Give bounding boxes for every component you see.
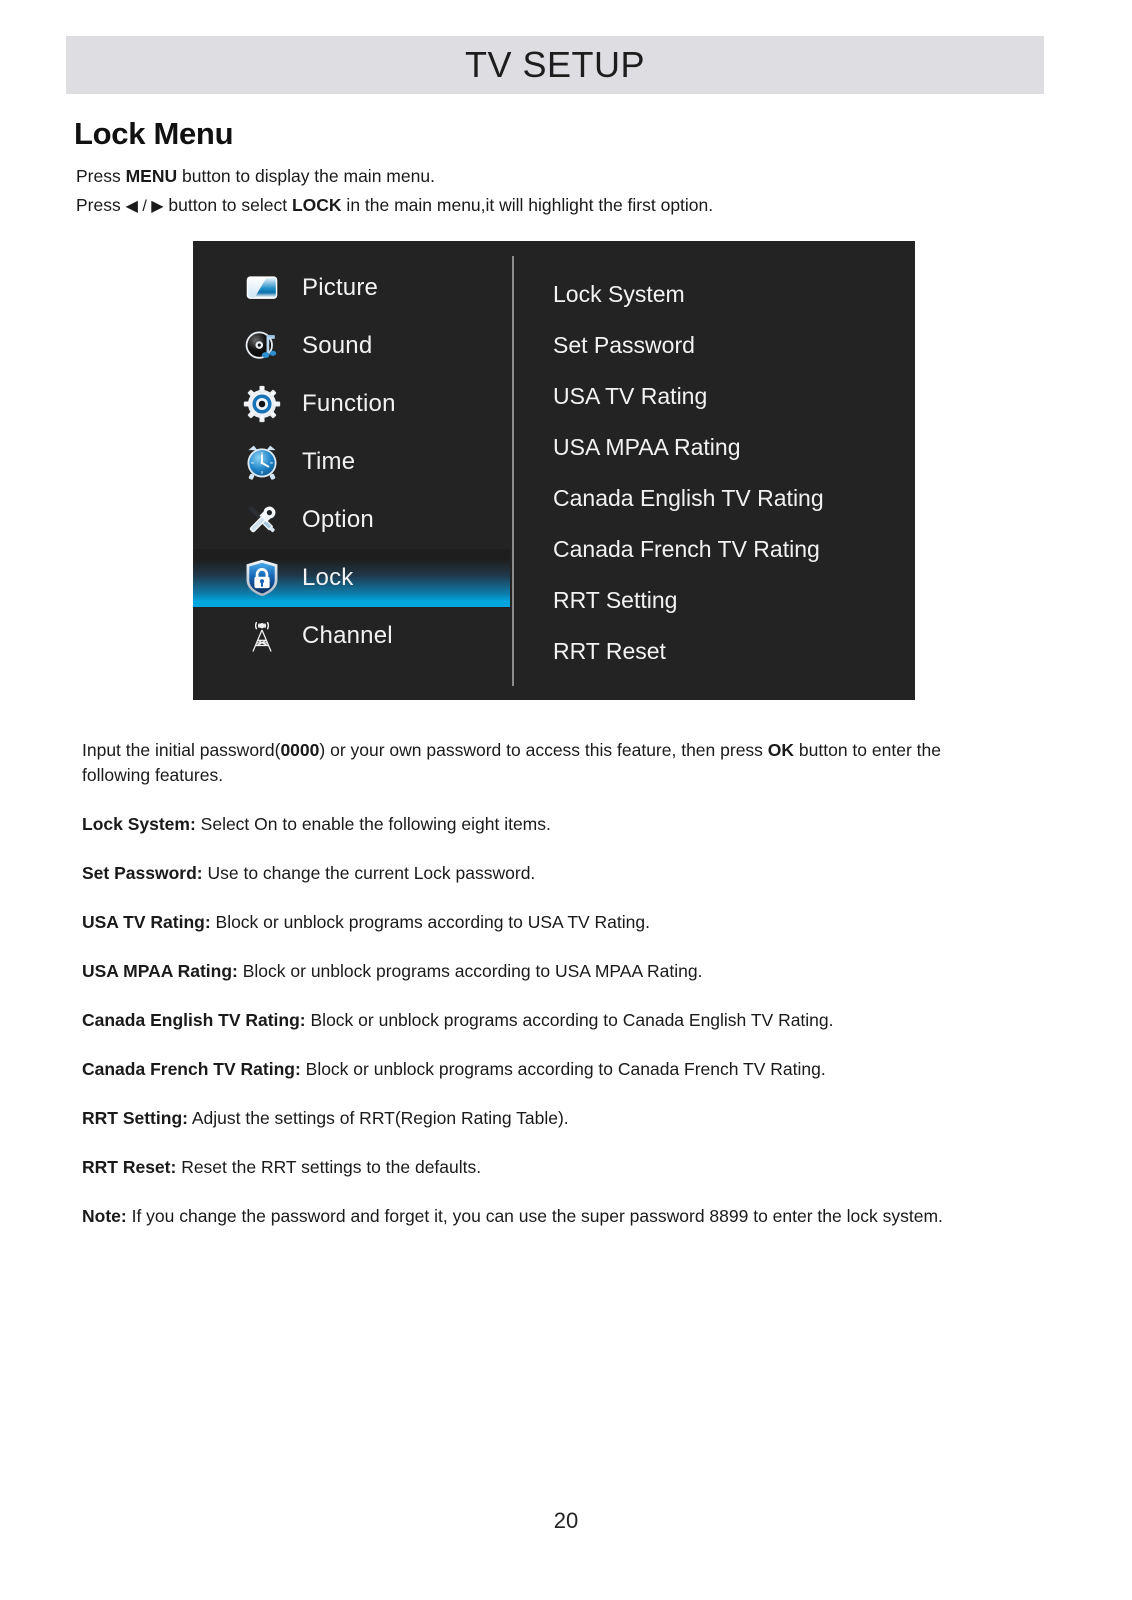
page-title: TV SETUP	[464, 44, 646, 85]
feature-desc: If you change the password and forget it…	[126, 1206, 943, 1226]
osd-column-divider	[512, 256, 514, 686]
osd-menu-item-label: Lock	[302, 564, 354, 591]
osd-lock-option[interactable]: USA TV Rating	[553, 371, 903, 422]
page-header-band: TV SETUP	[66, 36, 1044, 94]
feature-term: Set Password:	[82, 863, 203, 883]
lock-shield-icon	[240, 556, 284, 600]
feature-description-paragraph: Lock System: Select On to enable the fol…	[82, 812, 992, 837]
feature-description-paragraph: Canada French TV Rating: Block or unbloc…	[82, 1057, 992, 1082]
osd-lock-option[interactable]: RRT Reset	[553, 626, 903, 677]
feature-description-paragraph: RRT Reset: Reset the RRT settings to the…	[82, 1155, 992, 1180]
osd-menu-item-label: Picture	[302, 274, 379, 301]
osd-lock-option[interactable]: Set Password	[553, 320, 903, 371]
osd-lock-options-column: Lock System Set Password USA TV Rating USA …	[553, 269, 903, 677]
feature-term: RRT Reset:	[82, 1157, 177, 1177]
ok-button-keyword: OK	[767, 740, 795, 760]
feature-term: USA MPAA Rating:	[82, 961, 238, 981]
osd-menu-item-picture[interactable]: Picture	[193, 259, 510, 317]
antenna-icon	[240, 614, 284, 658]
intro-line2-post: in the main menu,it will highlight the f…	[341, 195, 714, 215]
intro-line1-pre: Press	[76, 166, 126, 186]
osd-menu-item-label: Channel	[302, 622, 393, 649]
feature-term: USA TV Rating:	[82, 912, 211, 932]
intro-line-1: Press MENU button to display the main me…	[76, 162, 1036, 191]
osd-lock-option[interactable]: Lock System	[553, 269, 903, 320]
intro-line2-mid: button to select	[163, 195, 292, 215]
feature-term: Lock System:	[82, 814, 196, 834]
feature-description-paragraph: Canada English TV Rating: Block or unblo…	[82, 1008, 992, 1033]
feature-description-paragraph: Note: If you change the password and for…	[82, 1204, 992, 1229]
feature-description-paragraph: Set Password: Use to change the current …	[82, 861, 992, 886]
clock-icon	[240, 440, 284, 484]
sound-icon	[240, 324, 284, 368]
feature-description-paragraph: USA TV Rating: Block or unblock programs…	[82, 910, 992, 935]
feature-desc: Block or unblock programs according to C…	[300, 1059, 826, 1079]
osd-menu-item-option[interactable]: Option	[193, 491, 510, 549]
pw-mid: ) or your own password to access this fe…	[319, 740, 768, 760]
osd-menu-item-label: Time	[302, 448, 356, 475]
osd-menu-item-function[interactable]: Function	[193, 375, 510, 433]
feature-description-list: Lock System: Select On to enable the fol…	[82, 812, 992, 1229]
osd-menu-item-label: Option	[302, 506, 374, 533]
feature-desc: Block or unblock programs according to C…	[305, 1010, 834, 1030]
osd-menu-item-label: Function	[302, 390, 396, 417]
osd-menu-item-sound[interactable]: Sound	[193, 317, 510, 375]
section-heading: Lock Menu	[74, 116, 234, 151]
page-number: 20	[553, 1508, 579, 1533]
feature-term: RRT Setting:	[82, 1108, 188, 1128]
feature-desc: Block or unblock programs according to U…	[237, 961, 703, 981]
osd-lock-option[interactable]: USA MPAA Rating	[553, 422, 903, 473]
intro-menu-keyword: MENU	[125, 166, 178, 186]
osd-main-menu-column: Picture Sound Function Time Option Lock …	[193, 259, 510, 665]
osd-menu-item-channel[interactable]: Channel	[193, 607, 510, 665]
osd-menu-item-time[interactable]: Time	[193, 433, 510, 491]
feature-description-paragraph: RRT Setting: Adjust the settings of RRT(…	[82, 1106, 992, 1131]
feature-term: Canada French TV Rating:	[82, 1059, 301, 1079]
feature-desc: Use to change the current Lock password.	[202, 863, 536, 883]
feature-term: Canada English TV Rating:	[82, 1010, 306, 1030]
feature-desc: Block or unblock programs according to U…	[210, 912, 650, 932]
feature-desc: Select On to enable the following eight …	[195, 814, 551, 834]
picture-icon	[240, 266, 284, 310]
function-gear-icon	[240, 382, 284, 426]
intro-line2-pre: Press	[76, 195, 126, 215]
password-intro-paragraph: Input the initial password(0000) or your…	[82, 738, 992, 788]
osd-menu-item-label: Sound	[302, 332, 373, 359]
osd-lock-option[interactable]: RRT Setting	[553, 575, 903, 626]
feature-desc: Reset the RRT settings to the defaults.	[176, 1157, 482, 1177]
osd-menu-item-lock[interactable]: Lock	[193, 549, 510, 607]
pw-pre: Input the initial password(	[82, 740, 281, 760]
intro-line1-post: button to display the main menu.	[177, 166, 435, 186]
intro-instructions: Press MENU button to display the main me…	[76, 162, 1036, 221]
feature-description-paragraph: USA MPAA Rating: Block or unblock progra…	[82, 959, 992, 984]
osd-lock-option[interactable]: Canada English TV Rating	[553, 473, 903, 524]
tools-icon	[240, 498, 284, 542]
osd-menu-panel: Picture Sound Function Time Option Lock …	[193, 241, 915, 700]
feature-term: Note:	[82, 1206, 127, 1226]
feature-desc: Adjust the settings of RRT(Region Rating…	[187, 1108, 569, 1128]
left-right-arrow-icon: ◀ / ▶	[125, 198, 164, 215]
intro-lock-keyword: LOCK	[291, 195, 342, 215]
body-copy: Input the initial password(0000) or your…	[82, 738, 992, 1253]
osd-lock-option[interactable]: Canada French TV Rating	[553, 524, 903, 575]
intro-line-2: Press ◀ / ▶ button to select LOCK in the…	[76, 191, 1036, 221]
default-password-value: 0000	[280, 740, 320, 760]
